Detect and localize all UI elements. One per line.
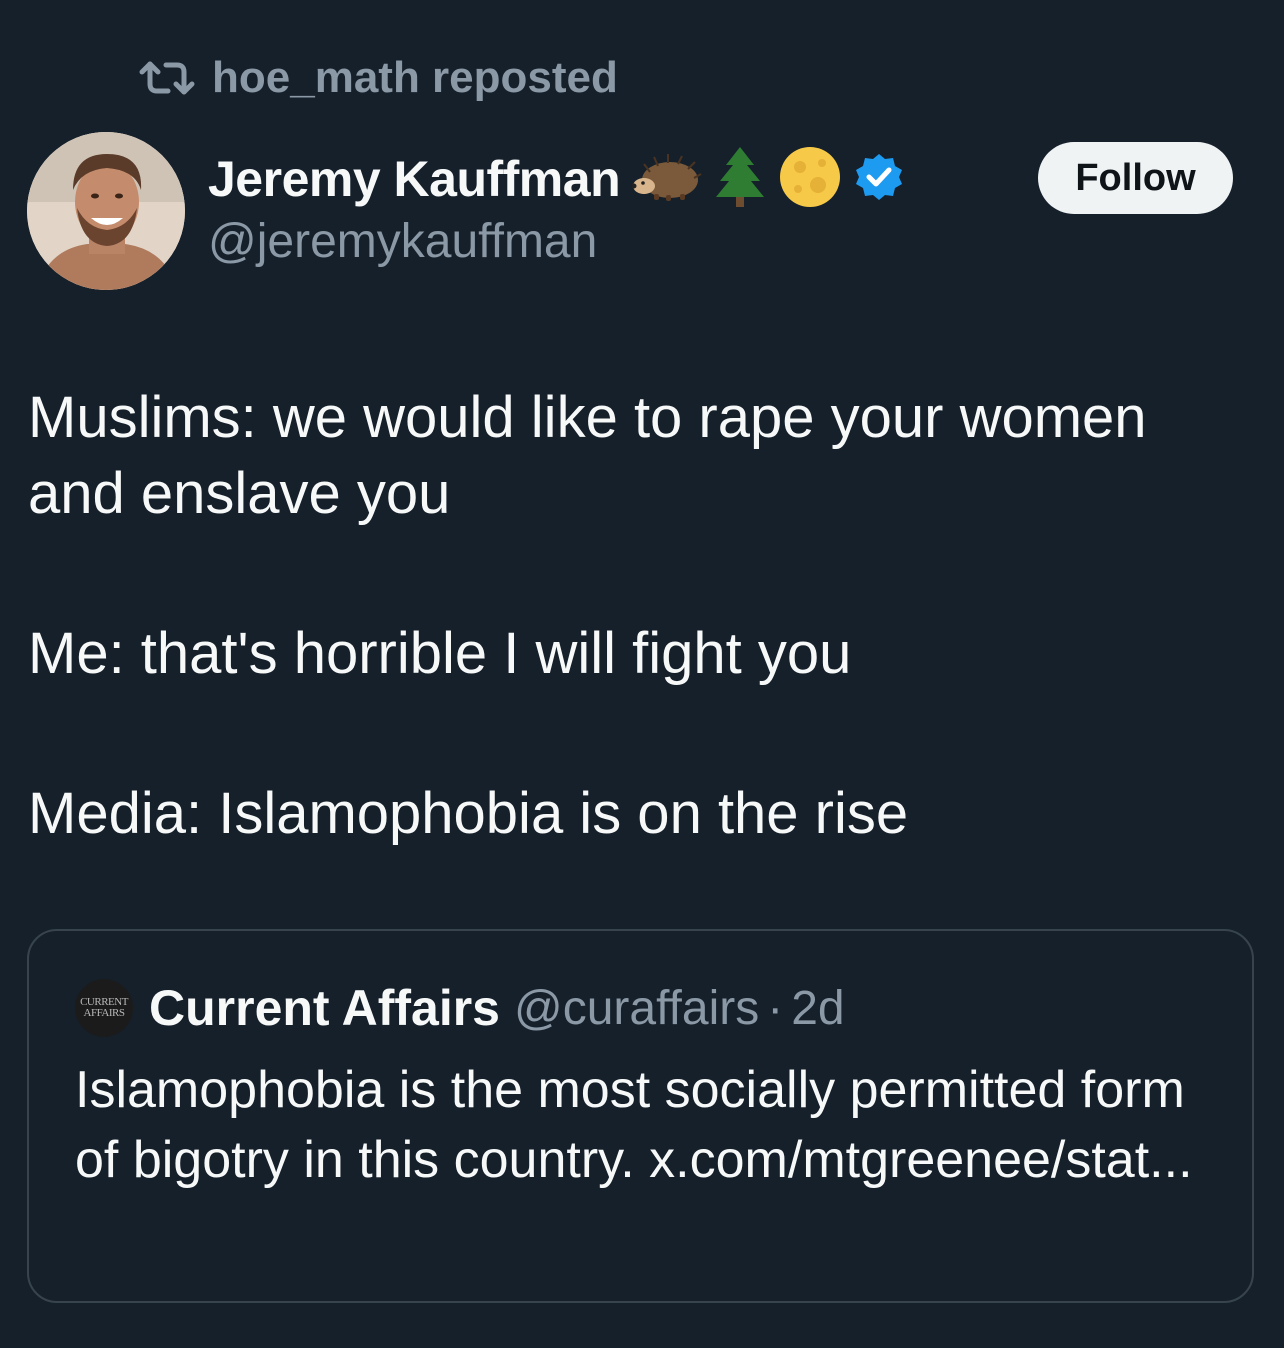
quoted-tweet-card[interactable]: CURRENT AFFAIRS Current Affairs @curaffa… xyxy=(27,929,1254,1303)
follow-button[interactable]: Follow xyxy=(1038,142,1233,214)
repost-label: hoe_math reposted xyxy=(212,53,618,102)
tweet-paragraph: Muslims: we would like to rape your wome… xyxy=(28,385,1147,526)
quoted-author-handle[interactable]: @curaffairs xyxy=(514,981,759,1036)
quoted-author-avatar[interactable]: CURRENT AFFAIRS xyxy=(75,979,133,1037)
hedgehog-icon xyxy=(631,152,702,207)
author-handle[interactable]: @jeremykauffman xyxy=(208,214,597,269)
repost-icon xyxy=(139,61,195,95)
quoted-tweet-header: CURRENT AFFAIRS Current Affairs @curaffa… xyxy=(75,975,845,1041)
quoted-tweet-timestamp[interactable]: 2d xyxy=(791,981,844,1036)
separator-dot: · xyxy=(767,981,784,1035)
author-display-name[interactable]: Jeremy Kauffman xyxy=(208,150,621,208)
quoted-tweet-text: Islamophobia is the most socially permit… xyxy=(75,1061,1193,1189)
author-name-row[interactable]: Jeremy Kauffman xyxy=(208,146,904,212)
moon-icon xyxy=(778,145,842,214)
tweet-paragraph: Me: that's horrible I will fight you xyxy=(28,621,852,686)
avatar-photo xyxy=(27,132,185,290)
tree-icon xyxy=(714,145,766,214)
verified-badge-icon xyxy=(854,152,904,207)
author-avatar[interactable] xyxy=(27,132,185,290)
tweet-paragraph: Media: Islamophobia is on the rise xyxy=(28,781,909,846)
quoted-avatar-text: AFFAIRS xyxy=(83,1007,125,1019)
quoted-author-display-name[interactable]: Current Affairs xyxy=(149,979,500,1037)
tweet-text: Muslims: we would like to rape your wome… xyxy=(28,380,1258,852)
repost-indicator[interactable]: hoe_math reposted xyxy=(136,50,618,106)
